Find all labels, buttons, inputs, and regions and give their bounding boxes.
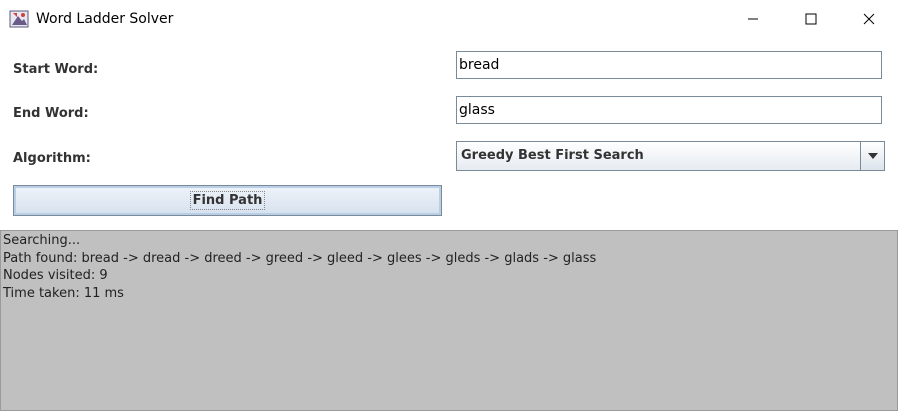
maximize-icon — [805, 13, 817, 24]
find-path-button[interactable]: Find Path — [13, 185, 442, 216]
output-line: Time taken: 11 ms — [3, 285, 124, 301]
main-panel: Start Word: End Word: Algorithm: Greedy … — [0, 37, 898, 411]
close-icon — [863, 13, 875, 24]
minimize-icon — [748, 18, 758, 19]
java-app-icon — [9, 9, 29, 29]
start-word-label: Start Word: — [13, 62, 99, 77]
start-word-input[interactable] — [456, 51, 882, 79]
close-button[interactable] — [840, 0, 898, 37]
output-line: Path found: bread -> dread -> dreed -> g… — [3, 250, 597, 266]
algorithm-select[interactable]: Greedy Best First Search — [456, 141, 885, 171]
find-path-button-label: Find Path — [189, 191, 266, 210]
output-line: Nodes visited: 9 — [3, 268, 108, 283]
dropdown-arrow-button[interactable] — [860, 142, 884, 170]
algorithm-label: Algorithm: — [13, 151, 91, 166]
algorithm-selected-value: Greedy Best First Search — [461, 148, 644, 163]
title-bar: Word Ladder Solver — [0, 0, 898, 37]
chevron-down-icon — [867, 153, 878, 159]
output-text-area[interactable]: Searching... Path found: bread -> dread … — [0, 230, 898, 411]
output-line: Searching... — [3, 233, 81, 248]
minimize-button[interactable] — [724, 0, 782, 37]
window-title: Word Ladder Solver — [36, 11, 174, 27]
end-word-input[interactable] — [456, 96, 882, 124]
end-word-label: End Word: — [13, 106, 89, 121]
maximize-button[interactable] — [782, 0, 840, 37]
